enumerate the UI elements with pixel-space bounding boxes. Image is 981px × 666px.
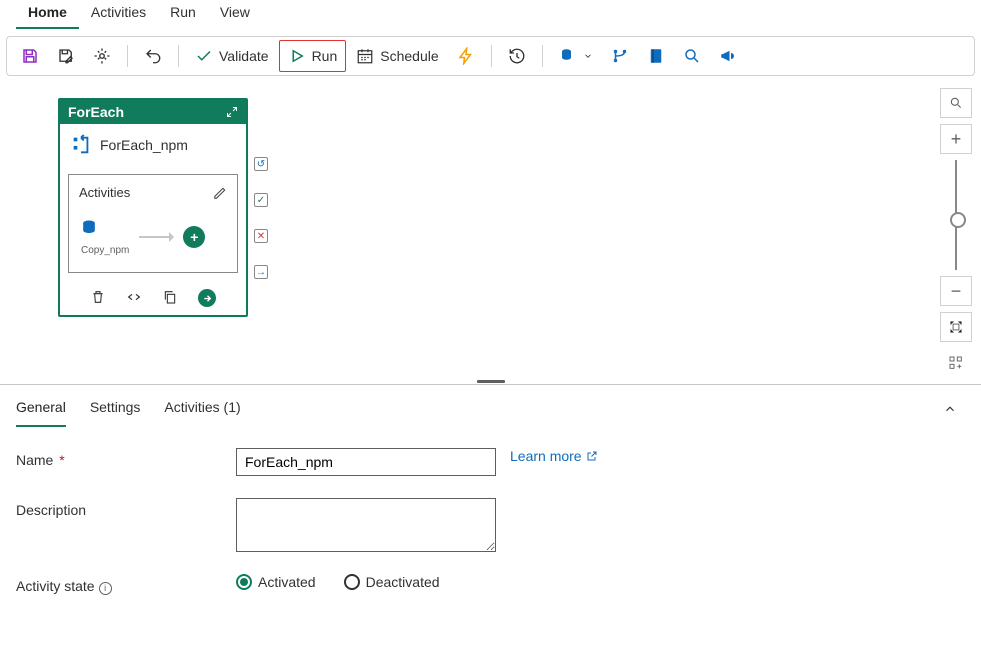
activities-container[interactable]: Activities Copy_npm + — [68, 174, 238, 273]
validate-button[interactable]: Validate — [187, 41, 277, 71]
zoom-out-button[interactable]: − — [940, 276, 972, 306]
props-tab-activities[interactable]: Activities (1) — [164, 393, 240, 427]
branch-button[interactable] — [603, 41, 637, 71]
search-button[interactable] — [675, 41, 709, 71]
radio-activated[interactable]: Activated — [236, 574, 316, 590]
pencil-icon[interactable] — [213, 186, 227, 200]
validate-label: Validate — [219, 48, 269, 64]
settings-button[interactable] — [85, 41, 119, 71]
calendar-icon — [356, 47, 374, 65]
zoom-slider[interactable] — [955, 160, 957, 270]
layout-button[interactable] — [940, 348, 972, 372]
chevron-down-icon — [583, 51, 593, 61]
branch-icon — [611, 47, 629, 65]
announce-button[interactable] — [711, 41, 745, 71]
trigger-button[interactable] — [449, 41, 483, 71]
add-activity-button[interactable]: + — [183, 226, 205, 248]
copy-icon[interactable] — [162, 289, 178, 305]
gear-icon — [93, 47, 111, 65]
node-name-row: ForEach_npm — [60, 124, 246, 166]
canvas-controls: + − — [937, 88, 975, 372]
learn-more-link[interactable]: Learn more — [510, 448, 598, 464]
tab-run[interactable]: Run — [158, 0, 208, 29]
history-icon — [508, 47, 526, 65]
activity-state-label: Activity statei — [16, 574, 236, 595]
radio-activated-label: Activated — [258, 574, 316, 590]
schedule-label: Schedule — [380, 48, 438, 64]
info-icon[interactable]: i — [99, 582, 112, 595]
search-icon — [683, 47, 701, 65]
save-icon — [21, 47, 39, 65]
check-icon — [195, 47, 213, 65]
go-icon[interactable] — [198, 289, 216, 307]
tab-view[interactable]: View — [208, 0, 262, 29]
chevron-up-icon — [943, 402, 957, 416]
toolbar: Validate Run Schedule — [6, 36, 975, 76]
pipeline-canvas[interactable]: ForEach ForEach_npm Activities Copy_npm — [6, 82, 975, 372]
props-tab-settings[interactable]: Settings — [90, 393, 141, 427]
node-type-label: ForEach — [68, 104, 124, 120]
inner-activity[interactable]: Copy_npm + — [79, 218, 227, 256]
foreach-icon — [70, 134, 92, 156]
layout-icon — [948, 355, 964, 371]
node-header[interactable]: ForEach — [60, 100, 246, 124]
top-tab-bar: Home Activities Run View — [0, 0, 981, 30]
pin-failure[interactable]: ✕ — [254, 229, 268, 243]
flow-arrow — [139, 236, 173, 238]
properties-panel: General Settings Activities (1) Name * L… — [0, 384, 981, 664]
database-icon — [559, 47, 577, 65]
pin-skip[interactable]: → — [254, 265, 268, 279]
find-button[interactable] — [940, 88, 972, 118]
name-input[interactable] — [236, 448, 496, 476]
megaphone-icon — [719, 47, 737, 65]
radio-deactivated[interactable]: Deactivated — [344, 574, 440, 590]
find-icon — [949, 96, 963, 110]
radio-deactivated-label: Deactivated — [366, 574, 440, 590]
external-link-icon — [586, 450, 598, 462]
description-label: Description — [16, 498, 236, 518]
save-as-button[interactable] — [49, 41, 83, 71]
save-as-icon — [57, 47, 75, 65]
general-form: Name * Learn more Description Activity s… — [16, 428, 965, 595]
save-button[interactable] — [13, 41, 47, 71]
node-footer — [60, 281, 246, 315]
props-tab-general[interactable]: General — [16, 393, 66, 427]
properties-tabs: General Settings Activities (1) — [16, 393, 965, 428]
pin-retry[interactable]: ↺ — [254, 157, 268, 171]
name-label: Name * — [16, 448, 236, 468]
activity-state-radio-group: Activated Deactivated — [236, 574, 440, 590]
book-icon — [647, 47, 665, 65]
undo-button[interactable] — [136, 41, 170, 71]
tab-activities[interactable]: Activities — [79, 0, 158, 29]
inner-activity-name: Copy_npm — [81, 245, 129, 256]
copy-activity-icon — [79, 218, 99, 238]
delete-icon[interactable] — [90, 289, 106, 305]
activities-label: Activities — [79, 185, 130, 200]
node-name-label: ForEach_npm — [100, 137, 188, 153]
history-button[interactable] — [500, 41, 534, 71]
data-button[interactable] — [551, 41, 601, 71]
foreach-activity-node[interactable]: ForEach ForEach_npm Activities Copy_npm — [58, 98, 248, 317]
fit-icon — [949, 320, 963, 334]
expand-icon[interactable] — [226, 106, 238, 118]
pin-success[interactable]: ✓ — [254, 193, 268, 207]
docs-button[interactable] — [639, 41, 673, 71]
node-connector-pins: ↺ ✓ ✕ → — [254, 157, 268, 279]
run-label: Run — [312, 48, 338, 64]
collapse-panel-button[interactable] — [935, 398, 965, 423]
undo-icon — [144, 47, 162, 65]
code-icon[interactable] — [126, 289, 142, 305]
description-input[interactable] — [236, 498, 496, 552]
tab-home[interactable]: Home — [16, 0, 79, 29]
fit-button[interactable] — [940, 312, 972, 342]
play-icon — [288, 47, 306, 65]
run-button[interactable]: Run — [279, 40, 347, 72]
zoom-in-button[interactable]: + — [940, 124, 972, 154]
schedule-button[interactable]: Schedule — [348, 41, 446, 71]
lightning-icon — [457, 47, 475, 65]
